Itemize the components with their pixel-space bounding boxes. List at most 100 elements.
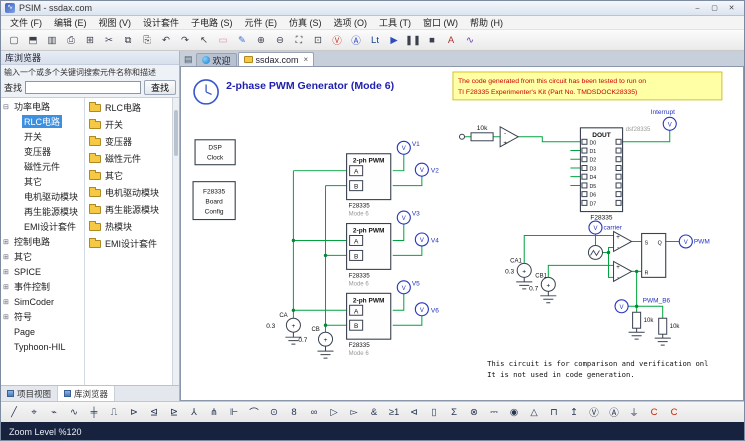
- tree-item[interactable]: 开关: [1, 129, 84, 144]
- npn-transistor[interactable]: ⅄: [184, 404, 204, 421]
- probe-v6[interactable]: V V6: [415, 303, 439, 316]
- copy[interactable]: ⧉: [119, 32, 137, 49]
- probe-interrupt[interactable]: Interrupt V: [651, 109, 677, 130]
- open-file[interactable]: ⬒: [24, 32, 42, 49]
- tree-item[interactable]: EMI设计套件: [1, 219, 84, 234]
- resistor-10k-1[interactable]: 10k: [629, 312, 655, 339]
- tree-item[interactable]: 变压器: [1, 144, 84, 159]
- probe-v3[interactable]: V V3: [397, 211, 420, 224]
- lt-tool[interactable]: Lt: [366, 32, 384, 49]
- sr-flipflop[interactable]: S R Q: [642, 234, 666, 278]
- diode[interactable]: ⊳: [124, 404, 144, 421]
- tree-item[interactable]: 磁性元件: [1, 159, 84, 174]
- probe-v2[interactable]: V V2: [415, 163, 439, 176]
- menu-item[interactable]: 设计套件: [137, 16, 185, 29]
- c-block[interactable]: C: [644, 404, 664, 421]
- op-amp[interactable]: ▷: [324, 404, 344, 421]
- current-source[interactable]: ↥: [564, 404, 584, 421]
- tree-item[interactable]: 再生能源模块: [1, 204, 84, 219]
- menu-item[interactable]: 元件 (E): [239, 16, 284, 29]
- voltage-probe[interactable]: Ⓥ: [584, 404, 604, 421]
- pwm-block-3[interactable]: 2-ph PWM A B F28335 Mode 6: [347, 293, 391, 357]
- thyristor[interactable]: ⊵: [164, 404, 184, 421]
- probe-v5[interactable]: V V5: [397, 280, 420, 293]
- board-config-block[interactable]: F28335 Board Config: [193, 182, 235, 220]
- schematic-canvas[interactable]: 2-phase PWM Generator (Mode 6) The code …: [180, 66, 744, 401]
- cut[interactable]: ✂: [100, 32, 118, 49]
- waveform-viewer[interactable]: ∿: [461, 32, 479, 49]
- comparator-2[interactable]: + -: [614, 261, 632, 281]
- tree-twisty-icon[interactable]: ⊟: [3, 103, 12, 111]
- tab-close-icon[interactable]: ×: [304, 55, 309, 64]
- search-input[interactable]: [25, 81, 141, 94]
- redo[interactable]: ↷: [176, 32, 194, 49]
- save[interactable]: ▥: [43, 32, 61, 49]
- menu-item[interactable]: 编辑 (E): [48, 16, 93, 29]
- text-tool[interactable]: A: [442, 32, 460, 49]
- dc-voltage-source[interactable]: ⎓: [484, 404, 504, 421]
- ac-voltage-source[interactable]: ◉: [504, 404, 524, 421]
- tab-welcome[interactable]: 欢迎: [196, 53, 237, 66]
- pause-simulation[interactable]: ❚❚: [404, 32, 422, 49]
- library-folder[interactable]: 电机驱动模块: [85, 184, 179, 201]
- voltage-source-cb[interactable]: + CB 0.7: [298, 327, 333, 358]
- tree-item[interactable]: ⊞ 事件控制: [1, 279, 84, 294]
- tree-item[interactable]: Typhoon-HIL: [1, 339, 84, 354]
- voltage-probe[interactable]: Ⓥ: [328, 32, 346, 49]
- paste[interactable]: ⎘: [138, 32, 156, 49]
- library-folder[interactable]: 其它: [85, 167, 179, 184]
- capacitor[interactable]: ╪: [84, 404, 104, 421]
- eraser[interactable]: ▭: [214, 32, 232, 49]
- close-button[interactable]: ✕: [723, 2, 740, 14]
- or-gate[interactable]: ≥1: [384, 404, 404, 421]
- summer[interactable]: Σ: [444, 404, 464, 421]
- note-box[interactable]: The code generated from this circuit has…: [453, 72, 722, 100]
- dout-block[interactable]: DOUT dsf28335 D0 D1 D2 D3 D4 D5 D6 D7 F2…: [580, 127, 651, 222]
- probe-v1[interactable]: V V1: [397, 141, 420, 154]
- tree-twisty-icon[interactable]: ⊞: [3, 238, 12, 246]
- dsp-clock-block[interactable]: DSP Clock: [195, 140, 235, 165]
- library-folder[interactable]: EMI设计套件: [85, 235, 179, 252]
- library-folder[interactable]: 热模块: [85, 218, 179, 235]
- tree-item[interactable]: ⊞ SPICE: [1, 264, 84, 279]
- and-gate[interactable]: &: [364, 404, 384, 421]
- print-preview[interactable]: ⊞: [81, 32, 99, 49]
- label-tool[interactable]: ⌖: [24, 404, 44, 421]
- not-gate[interactable]: ⊲: [404, 404, 424, 421]
- tree-item[interactable]: 其它: [1, 174, 84, 189]
- wire-tool[interactable]: ╱: [4, 404, 24, 421]
- current-probe[interactable]: Ⓐ: [347, 32, 365, 49]
- tree-item[interactable]: RLC电路: [1, 114, 84, 129]
- resistor-10k-2[interactable]: 10k: [655, 318, 681, 345]
- resistor-10k-top[interactable]: 10k: [471, 125, 493, 141]
- square-wave-source[interactable]: ⊓: [544, 404, 564, 421]
- voltage-source-cb1[interactable]: + CB1 0.7: [529, 273, 556, 302]
- comparator-1[interactable]: + -: [614, 232, 632, 252]
- menu-item[interactable]: 子电路 (S): [185, 16, 239, 29]
- tree-item[interactable]: 电机驱动模块: [1, 189, 84, 204]
- rlc-branch[interactable]: ⎍: [104, 404, 124, 421]
- multiplier[interactable]: ⊗: [464, 404, 484, 421]
- tree-item[interactable]: ⊟ 功率电路: [1, 99, 84, 114]
- menu-item[interactable]: 仿真 (S): [283, 16, 328, 29]
- voltage-source-ca1[interactable]: + CA1 0.3: [505, 258, 532, 288]
- op-amp[interactable]: - +: [500, 127, 518, 147]
- menu-item[interactable]: 窗口 (W): [417, 16, 464, 29]
- select[interactable]: ↖: [195, 32, 213, 49]
- pwm-block-2[interactable]: 2-ph PWM A B F28335 Mode 6: [347, 224, 391, 288]
- pwm-block-1[interactable]: 2-ph PWM A B F28335 Mode 6: [347, 154, 391, 218]
- undo[interactable]: ↶: [157, 32, 175, 49]
- tree-item[interactable]: ⊞ 控制电路: [1, 234, 84, 249]
- pencil[interactable]: ✎: [233, 32, 251, 49]
- resistor[interactable]: ⌁: [44, 404, 64, 421]
- stop-simulation[interactable]: ■: [423, 32, 441, 49]
- ground[interactable]: ⏚: [624, 404, 644, 421]
- tree-twisty-icon[interactable]: ⊞: [3, 313, 12, 321]
- zener-diode[interactable]: ⊴: [144, 404, 164, 421]
- tree-twisty-icon[interactable]: ⊞: [3, 268, 12, 276]
- zoom-in[interactable]: ⊕: [252, 32, 270, 49]
- sidebar-tab[interactable]: 库浏览器: [58, 386, 115, 401]
- library-folder[interactable]: RLC电路: [85, 99, 179, 116]
- tree-twisty-icon[interactable]: ⊞: [3, 253, 12, 261]
- menu-item[interactable]: 文件 (F): [4, 16, 48, 29]
